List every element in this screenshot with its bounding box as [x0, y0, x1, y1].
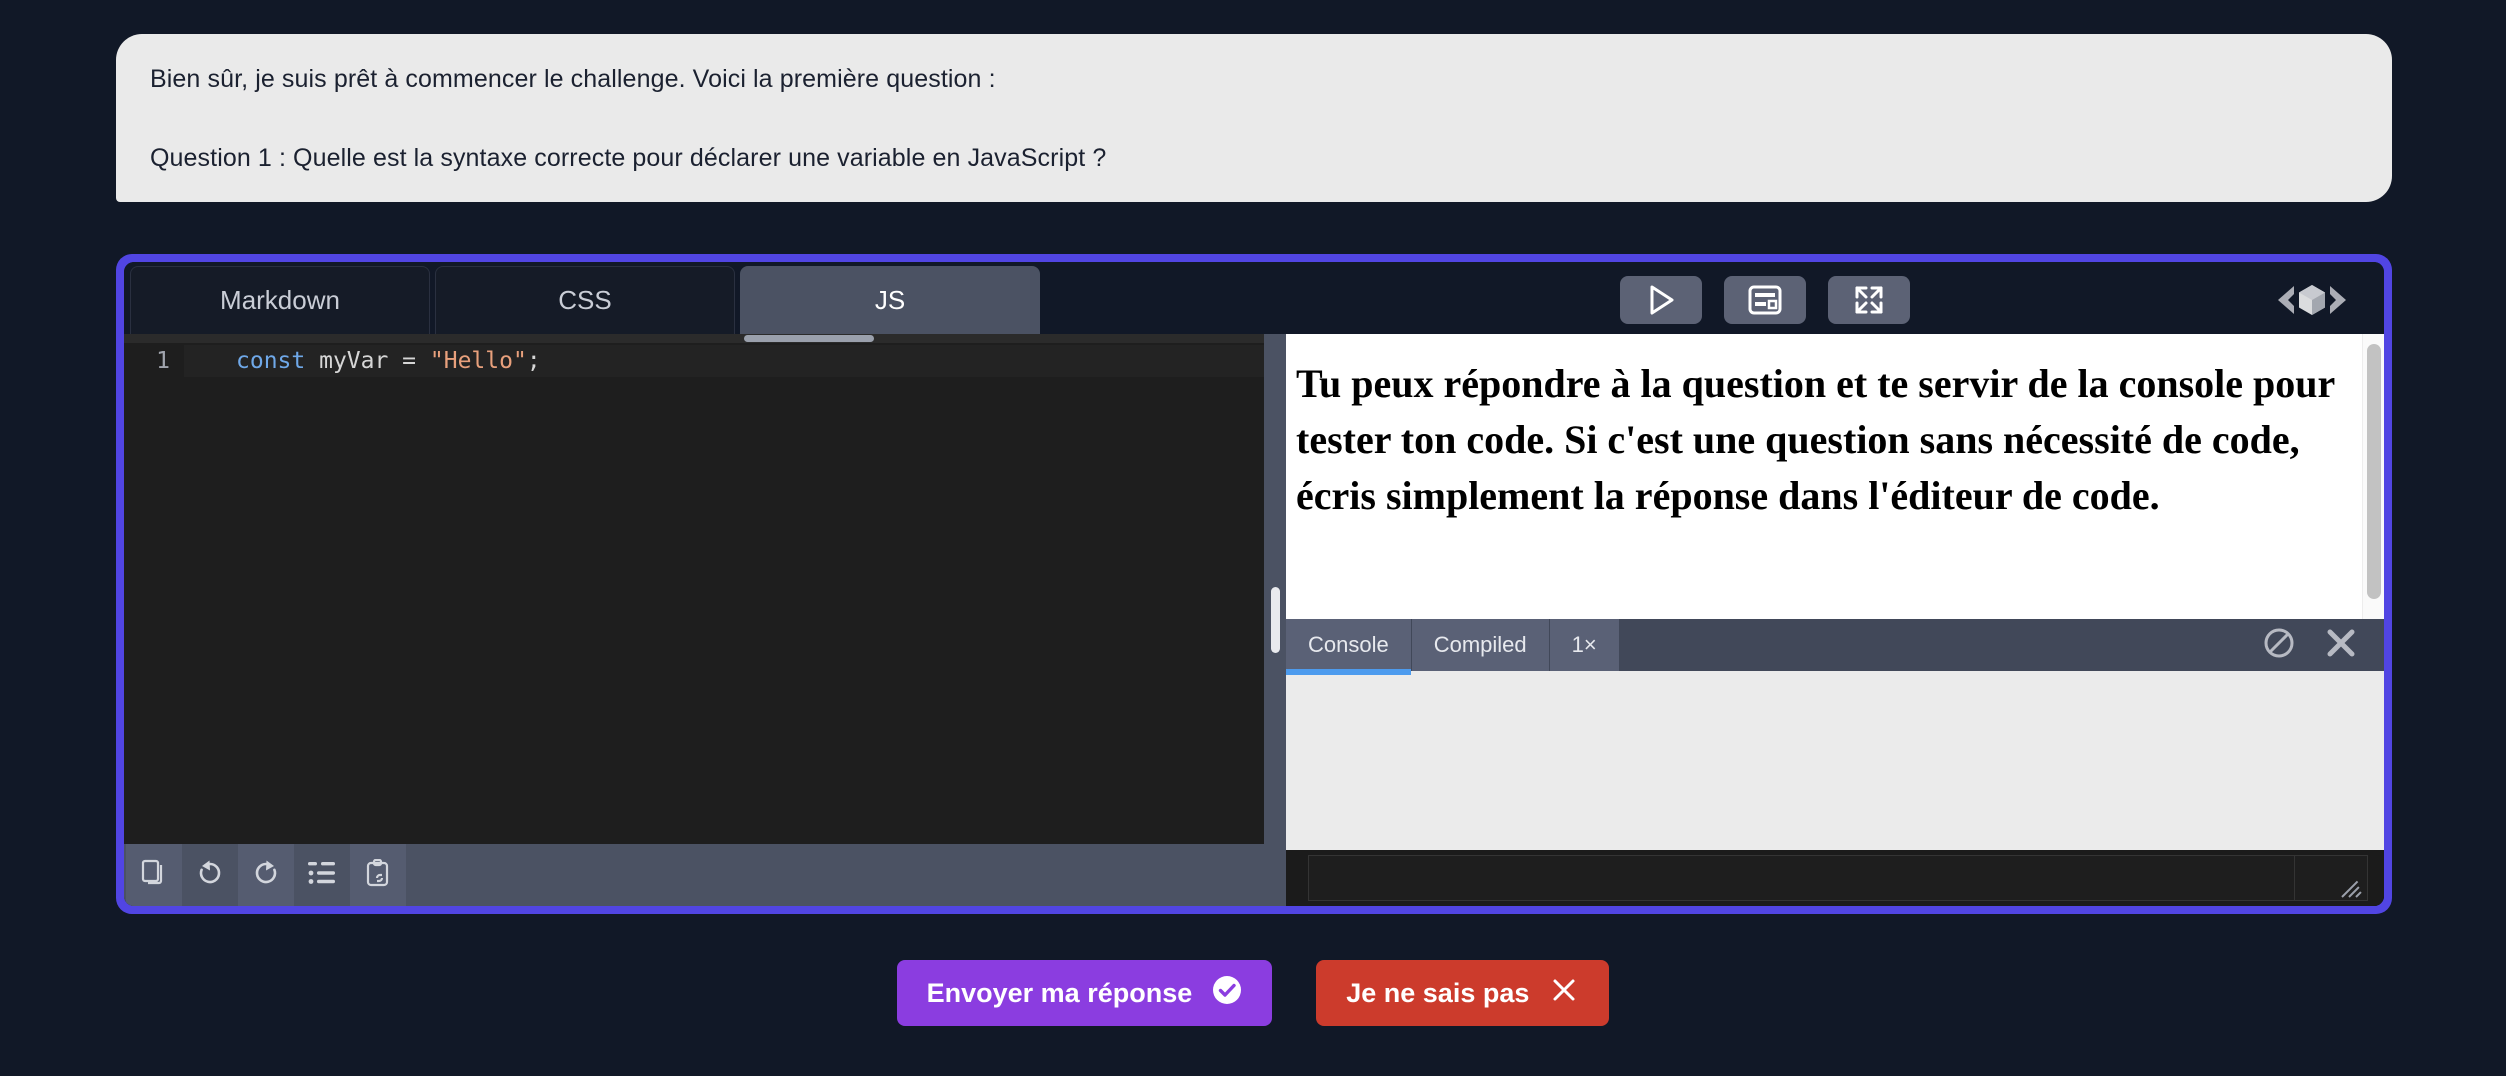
- editor-tabbar: Markdown CSS JS: [124, 262, 2384, 334]
- editor-horizontal-scrollbar[interactable]: [124, 334, 1264, 343]
- code-token-identifier: myVar =: [305, 348, 430, 374]
- console-tab-console-label: Console: [1308, 632, 1389, 657]
- editor-toolbar: [1620, 276, 1910, 324]
- format-button[interactable]: [294, 844, 350, 906]
- console-tab-count-label: 1×: [1571, 632, 1597, 657]
- layout-icon: [1748, 285, 1782, 315]
- share-clipboard-button[interactable]: [350, 844, 406, 906]
- console-tab-console[interactable]: Console: [1286, 619, 1412, 675]
- code-token-string: "Hello": [429, 348, 527, 374]
- file-tab-list: Markdown CSS JS: [130, 262, 1040, 334]
- console-tabbar: Console Compiled 1×: [1286, 619, 2384, 675]
- tab-js[interactable]: JS: [740, 266, 1040, 334]
- split-drag-handle[interactable]: [1264, 334, 1286, 906]
- console-input[interactable]: [1308, 855, 2294, 901]
- message-line-2: Question 1 : Quelle est la syntaxe corre…: [150, 144, 1107, 172]
- layout-button[interactable]: [1724, 276, 1806, 324]
- check-circle-icon: [1212, 975, 1242, 1012]
- close-icon: [2324, 626, 2358, 665]
- no-entry-icon: [2262, 626, 2296, 665]
- redo-button[interactable]: [238, 844, 294, 906]
- sandpack-logo: [2266, 278, 2358, 322]
- assistant-message-bubble: Bien sûr, je suis prêt à commencer le ch…: [116, 34, 2392, 202]
- play-icon: [1645, 283, 1677, 317]
- tab-markdown-label: Markdown: [220, 285, 340, 315]
- submit-answer-label: Envoyer ma réponse: [926, 977, 1193, 1008]
- sandbox-body: 1 const myVar = "Hello"; Tu peux répondr…: [124, 334, 2384, 906]
- format-icon: [307, 860, 337, 891]
- message-line-1: Bien sûr, je suis prêt à commencer le ch…: [150, 65, 996, 93]
- code-line-row: 1 const myVar = "Hello";: [124, 343, 1264, 379]
- clear-console-button[interactable]: [2262, 626, 2296, 665]
- preview-text: Tu peux répondre à la question et te ser…: [1296, 361, 2335, 518]
- console-tab-count[interactable]: 1×: [1549, 619, 1620, 671]
- preview-scrollbar[interactable]: [2362, 334, 2384, 619]
- code-editor-column: 1 const myVar = "Hello";: [124, 334, 1264, 906]
- copy-icon: [141, 859, 167, 892]
- submit-answer-button[interactable]: Envoyer ma réponse: [896, 960, 1273, 1026]
- tab-markdown[interactable]: Markdown: [130, 266, 430, 334]
- code-token-keyword: const: [236, 348, 306, 374]
- code-editor[interactable]: 1 const myVar = "Hello";: [124, 343, 1264, 844]
- expand-icon: [1853, 284, 1885, 316]
- undo-icon: [196, 859, 224, 892]
- console-input-gutter: [2294, 855, 2368, 901]
- preview-pane: Tu peux répondre à la question et te ser…: [1286, 334, 2384, 619]
- console-tab-compiled-label: Compiled: [1433, 632, 1527, 657]
- fullscreen-button[interactable]: [1828, 276, 1910, 324]
- copy-button[interactable]: [126, 844, 182, 906]
- redo-icon: [252, 859, 280, 892]
- close-icon: [1549, 975, 1579, 1012]
- code-line-content[interactable]: const myVar = "Hello";: [184, 345, 1264, 377]
- editor-bottom-toolbar: [124, 844, 1264, 906]
- resize-handle-icon[interactable]: [2341, 876, 2364, 898]
- preview-column: Tu peux répondre à la question et te ser…: [1286, 334, 2384, 906]
- run-button[interactable]: [1620, 276, 1702, 324]
- close-console-button[interactable]: [2324, 626, 2358, 665]
- undo-button[interactable]: [182, 844, 238, 906]
- console-tab-compiled[interactable]: Compiled: [1411, 619, 1550, 671]
- tab-css-label: CSS: [558, 285, 612, 315]
- console-input-row: [1286, 850, 2384, 906]
- code-sandbox-frame: Markdown CSS JS 1 const myVar = "Hello";…: [116, 254, 2392, 914]
- code-token-terminator: ;: [526, 348, 541, 374]
- tab-js-label: JS: [874, 285, 906, 315]
- dont-know-label: Je ne sais pas: [1346, 977, 1530, 1008]
- console-output: [1286, 671, 2384, 850]
- code-sandbox-inner: Markdown CSS JS 1 const myVar = "Hello";…: [124, 262, 2384, 906]
- clipboard-link-icon: [365, 858, 391, 892]
- line-number: 1: [156, 348, 170, 374]
- dont-know-button[interactable]: Je ne sais pas: [1316, 960, 1610, 1026]
- tab-css[interactable]: CSS: [435, 266, 735, 334]
- console-action-group: [2262, 619, 2384, 671]
- action-button-row: Envoyer ma réponse Je ne sais pas: [0, 960, 2506, 1026]
